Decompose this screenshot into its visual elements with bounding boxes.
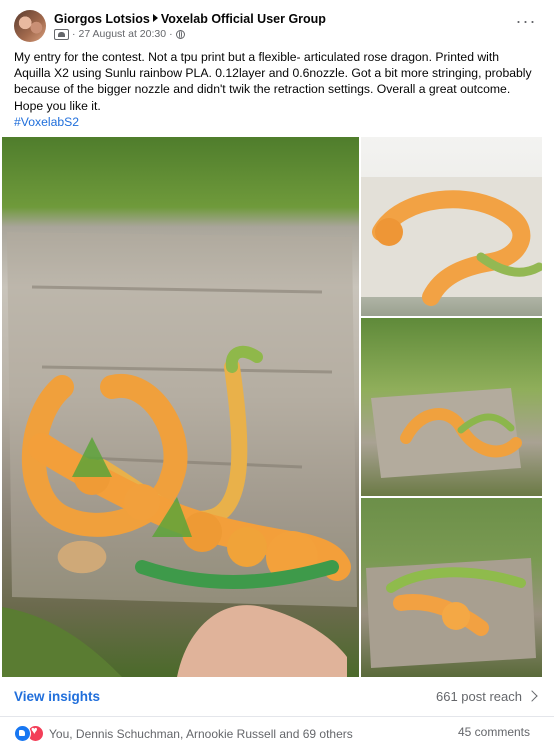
- globe-icon: [175, 29, 185, 39]
- rose-dragon-on-lace-photo: [361, 177, 542, 306]
- author-avatar[interactable]: [14, 10, 46, 42]
- divider: [0, 716, 554, 717]
- post-header: Giorgos Lotsios Voxelab Official User Gro…: [14, 10, 540, 44]
- author-name[interactable]: Giorgos Lotsios: [54, 12, 150, 26]
- dot-separator: ·: [169, 28, 173, 40]
- group-icon: [54, 28, 69, 40]
- caret-right-icon: [152, 14, 158, 22]
- post-meta: · 27 August at 20:30 ·: [54, 28, 185, 40]
- view-insights-link[interactable]: View insights: [14, 689, 100, 704]
- post-body: My entry for the contest. Not a tpu prin…: [14, 49, 534, 130]
- comments-count[interactable]: 45 comments: [458, 725, 530, 739]
- group-name[interactable]: Voxelab Official User Group: [161, 12, 326, 26]
- rose-dragon-side-photo: [366, 558, 536, 668]
- reactions-text: You, Dennis Schuchman, Arnookie Russell …: [49, 726, 353, 741]
- rose-dragon-on-stump-photo: [371, 388, 522, 478]
- post-timestamp[interactable]: 27 August at 20:30: [79, 28, 167, 40]
- photo-top-right[interactable]: [361, 137, 542, 316]
- chevron-right-icon[interactable]: [526, 690, 538, 702]
- photo-grid: [2, 137, 542, 677]
- more-options-button[interactable]: ···: [512, 12, 540, 34]
- author-line: Giorgos Lotsios Voxelab Official User Gro…: [54, 12, 326, 26]
- post-card: Giorgos Lotsios Voxelab Official User Gro…: [0, 0, 554, 750]
- hashtag-link[interactable]: #VoxelabS2: [14, 114, 534, 130]
- rose-dragon-photo-main: [2, 232, 357, 677]
- post-reach[interactable]: 661 post reach: [436, 689, 522, 704]
- photo-main[interactable]: [2, 137, 359, 677]
- like-reaction-icon: [14, 725, 31, 742]
- post-text: My entry for the contest. Not a tpu prin…: [14, 50, 532, 113]
- dot-separator: ·: [72, 28, 76, 40]
- reactions-summary[interactable]: You, Dennis Schuchman, Arnookie Russell …: [14, 725, 353, 742]
- photo-middle-right[interactable]: [361, 318, 542, 496]
- photo-bottom-right[interactable]: [361, 498, 542, 677]
